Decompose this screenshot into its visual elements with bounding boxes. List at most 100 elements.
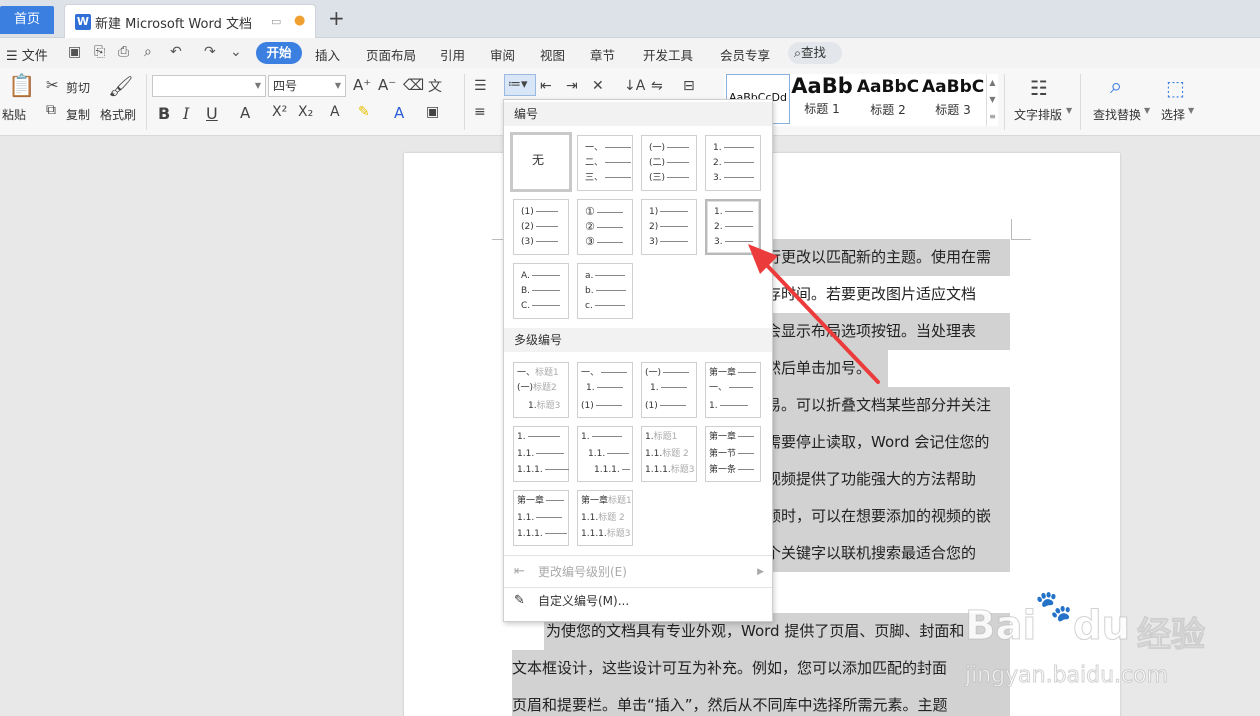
tab-document[interactable]: W 新建 Microsoft Word 文档 ▭ ● <box>64 4 316 38</box>
underline-icon[interactable]: U <box>206 104 218 123</box>
bold-icon[interactable]: B <box>158 104 170 123</box>
file-menu[interactable]: ☰ 文件 <box>6 45 48 64</box>
chinese-layout-icon[interactable]: ✕ <box>592 78 604 94</box>
numbering-icon[interactable]: ≔▾ <box>504 74 536 96</box>
bullets-icon[interactable]: ☰ <box>474 78 487 94</box>
numbering-option[interactable]: (1) (2) (3) <box>513 199 569 255</box>
tab-references[interactable]: 引用 <box>440 45 465 64</box>
numbering-option[interactable]: ① ② ③ <box>577 199 633 255</box>
decrease-indent-icon[interactable]: ⇤ <box>540 78 552 94</box>
save-icon[interactable]: ▣ <box>68 44 81 60</box>
tab-view[interactable]: 视图 <box>540 45 565 64</box>
style-heading-2[interactable]: AaBbC 标题 2 <box>856 74 920 118</box>
multilevel-row: 第一条 <box>709 463 755 477</box>
change-level-menu-item[interactable]: ⇤ 更改编号级别(E) ▶ <box>504 558 772 586</box>
print-icon[interactable]: ⎙ <box>118 44 129 60</box>
sort-icon[interactable]: ↓A <box>624 78 645 94</box>
style-heading-2-label: 标题 2 <box>870 103 906 117</box>
customize-chevron-icon[interactable]: ⌄ <box>230 44 242 60</box>
tab-page-layout[interactable]: 页面布局 <box>366 45 416 64</box>
paragraph-line: 频时，可以在想要添加的视频的嵌 <box>766 498 1010 535</box>
numbering-option-selected[interactable]: 1. 2. 3. <box>705 199 761 255</box>
paste-button[interactable]: 粘贴 <box>2 106 26 123</box>
numbering-row: c. <box>585 299 625 313</box>
monitor-icon[interactable]: ▭ <box>271 15 281 28</box>
numbering-row: 3. <box>714 235 753 249</box>
output-icon[interactable]: ⎘ <box>94 44 105 60</box>
cut-button[interactable]: 剪切 <box>66 79 90 96</box>
multilevel-row: 第一节 <box>709 447 755 461</box>
multilevel-row: (一)标题2 <box>517 383 557 393</box>
multilevel-option[interactable]: 第一章 第一节 第一条 <box>705 426 761 482</box>
shrink-font-icon[interactable]: A⁻ <box>378 76 396 94</box>
numbering-row: ① <box>585 205 623 219</box>
numbering-option[interactable]: (一) (二) (三) <box>641 135 697 191</box>
copy-button[interactable]: 复制 <box>66 106 90 123</box>
subscript-icon[interactable]: X₂ <box>298 104 313 120</box>
tab-insert[interactable]: 插入 <box>315 45 340 64</box>
text-layout-button[interactable]: 文字排版 <box>1014 106 1062 123</box>
numbering-row: (3) <box>521 235 558 249</box>
select-button[interactable]: 选择 <box>1161 106 1185 123</box>
style-heading-3[interactable]: AaBbC 标题 3 <box>922 74 984 118</box>
numbering-none[interactable]: 无 <box>510 132 572 192</box>
tab-review[interactable]: 审阅 <box>490 45 515 64</box>
grow-font-icon[interactable]: A⁺ <box>353 76 371 94</box>
font-effect-icon[interactable]: A <box>240 104 250 122</box>
multilevel-option[interactable]: 第一章标题1 1.1.标题 2 1.1.1.标题3 <box>577 490 633 546</box>
char-border-icon[interactable]: ▣ <box>426 104 439 120</box>
superscript-icon[interactable]: X² <box>272 104 287 120</box>
numbering-row: 2) <box>649 220 689 234</box>
change-level-label: 更改编号级别(E) <box>538 565 627 579</box>
undo-icon[interactable]: ↶ <box>170 44 182 60</box>
font-size-select[interactable]: 四号 ▼ <box>268 75 346 97</box>
format-painter-button[interactable]: 格式刷 <box>100 106 136 123</box>
multilevel-option[interactable]: 一、标题1 (一)标题2 1.标题3 <box>513 362 569 418</box>
find-replace-button[interactable]: 查找替换 <box>1093 106 1141 123</box>
ribbon-divider <box>146 74 147 130</box>
chevron-down-icon: ▼ <box>254 81 261 90</box>
numbering-option[interactable]: 1) 2) 3) <box>641 199 697 255</box>
style-heading-1-label: 标题 1 <box>804 102 840 116</box>
search-button[interactable]: ⌕查找 <box>788 42 842 64</box>
multilevel-option[interactable]: 1.标题1 1.1.标题 2 1.1.1.标题3 <box>641 426 697 482</box>
tab-developer[interactable]: 开发工具 <box>643 45 693 64</box>
increase-indent-icon[interactable]: ⇥ <box>566 78 578 94</box>
phonetic-icon[interactable]: 文 <box>428 76 442 96</box>
style-scroll[interactable]: ▲ ▼ ≡ <box>986 74 998 126</box>
chevron-down-icon: ▼ <box>1188 106 1195 115</box>
numbering-row: C. <box>521 299 561 313</box>
italic-icon[interactable]: I <box>183 104 189 123</box>
tab-start[interactable]: 开始 <box>256 42 302 64</box>
style-heading-1[interactable]: AaBb 标题 1 <box>790 74 854 117</box>
multilevel-option[interactable]: 第一章 1.1. 1.1.1. <box>513 490 569 546</box>
tab-member[interactable]: 会员专享 <box>720 45 770 64</box>
multilevel-option[interactable]: (一) 1. (1) <box>641 362 697 418</box>
multilevel-option[interactable]: 1. 1.1. 1.1.1. <box>513 426 569 482</box>
font-name-select[interactable]: ▼ <box>152 75 266 97</box>
show-marks-icon[interactable]: ⇋ <box>651 78 663 94</box>
custom-numbering-menu-item[interactable]: ✎ 自定义编号(M)... <box>504 587 772 615</box>
pencil-icon: ✎ <box>514 593 525 608</box>
numbering-option[interactable]: A. B. C. <box>513 263 569 319</box>
tab-home[interactable]: 首页 <box>0 6 54 34</box>
emphasis-icon[interactable]: A <box>330 104 340 120</box>
chevron-down-icon: ▼ <box>1066 106 1073 115</box>
tab-section[interactable]: 章节 <box>590 45 615 64</box>
numbering-option[interactable]: a. b. c. <box>577 263 633 319</box>
new-tab-button[interactable]: + <box>328 6 345 30</box>
highlight-icon[interactable]: ✎ <box>358 104 370 120</box>
numbering-option[interactable]: 一、 二、 三、 <box>577 135 633 191</box>
font-color-icon[interactable]: A <box>394 104 404 122</box>
multilevel-row: 第一章 <box>709 366 757 380</box>
numbering-option[interactable]: 1. 2. 3. <box>705 135 761 191</box>
align-left-icon[interactable]: ≡ <box>474 104 486 120</box>
clear-format-icon[interactable]: ⌫ <box>403 76 424 94</box>
multilevel-option[interactable]: 1. 1.1. 1.1.1. <box>577 426 633 482</box>
tab-stops-icon[interactable]: ⊟ <box>683 78 695 94</box>
paste-icon[interactable]: 📋 <box>8 74 35 99</box>
multilevel-option[interactable]: 第一章 一、 1. <box>705 362 761 418</box>
redo-icon[interactable]: ↷ <box>204 44 216 60</box>
multilevel-option[interactable]: 一、 1. (1) <box>577 362 633 418</box>
print-preview-icon[interactable]: ⌕ <box>144 44 152 60</box>
